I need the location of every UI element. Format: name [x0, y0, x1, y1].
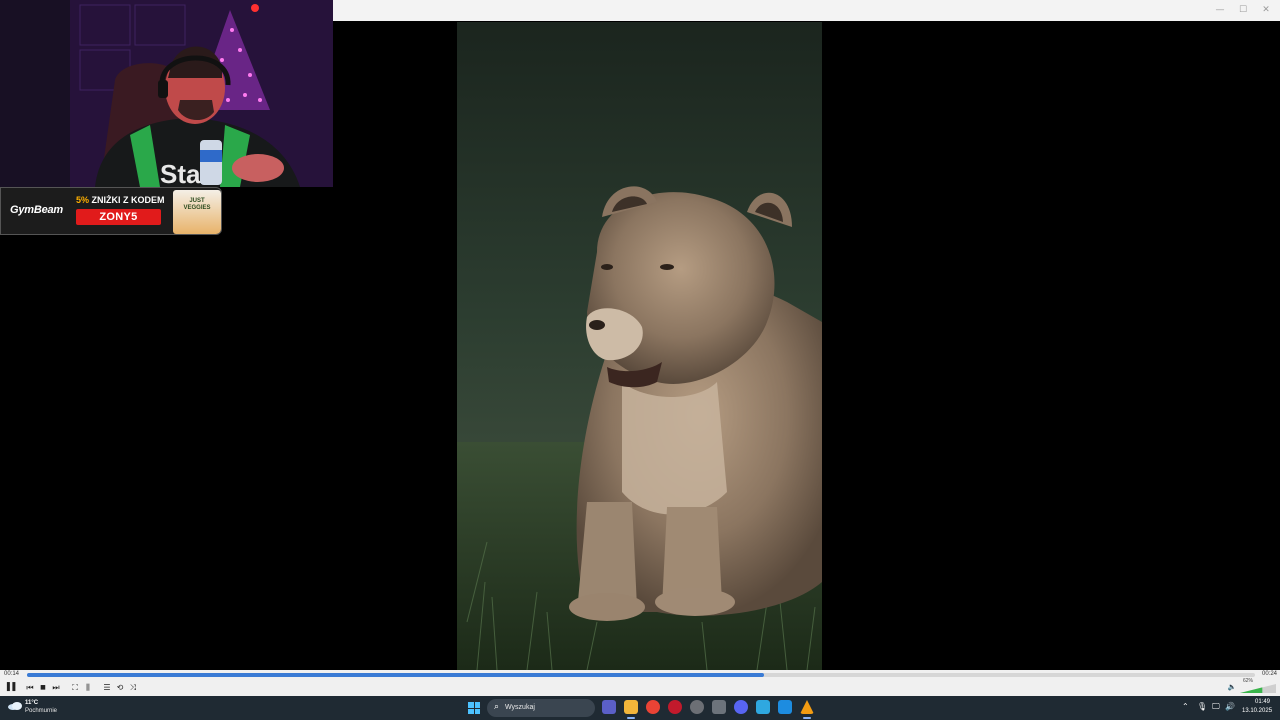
seek-bar[interactable] [27, 673, 1255, 677]
active-app-indicator [803, 717, 811, 719]
opera-icon[interactable] [668, 700, 682, 714]
promo-text: 5% ZNIŻKI Z KODEM [76, 195, 165, 205]
promo-percent: 5% [76, 195, 90, 205]
mail-icon[interactable] [712, 700, 726, 714]
sponsor-banner: GymBeam 5% ZNIŻKI Z KODEM ZONY5 JUST VEG… [0, 187, 222, 235]
pack-label: JUST VEGGIES [183, 198, 211, 211]
previous-icon[interactable]: ⏮ [24, 682, 36, 693]
search-placeholder: Wyszukaj [505, 704, 535, 711]
chrome-icon[interactable] [646, 700, 660, 714]
product-pack-image: JUST VEGGIES [173, 190, 221, 234]
extended-settings-icon[interactable]: ⫼ [82, 682, 94, 693]
seek-progress [27, 673, 764, 677]
window-title-bar[interactable]: — ☐ ✕ [333, 0, 1280, 21]
browser-icon[interactable] [690, 700, 704, 714]
volume-level [1240, 687, 1263, 693]
fullscreen-icon[interactable]: ⛶ [69, 682, 81, 693]
stop-icon[interactable]: ■ [37, 682, 49, 693]
playlist-icon[interactable]: ☰ [101, 682, 113, 693]
shuffle-icon[interactable]: ⤨ [127, 682, 139, 693]
speaker-icon[interactable]: 🔈 [1226, 682, 1238, 693]
file-explorer-icon[interactable] [624, 700, 638, 714]
tray-chevron-icon[interactable]: ⌃ [1182, 702, 1189, 711]
video-frame[interactable] [457, 22, 822, 670]
cloud-icon[interactable] [8, 701, 22, 710]
total-duration: 00:24 [1262, 671, 1278, 677]
volume-icon[interactable]: 🔊 [1225, 702, 1235, 711]
next-icon[interactable]: ⏭ [50, 682, 62, 693]
pause-icon[interactable]: ❚❚ [4, 682, 17, 693]
streamer-webcam: Sta [0, 0, 333, 187]
minimize-icon[interactable]: — [1209, 0, 1231, 21]
promo-label: ZNIŻKI Z KODEM [89, 195, 165, 205]
vlc-icon[interactable] [800, 700, 814, 714]
elapsed-time: 00:14 [4, 671, 20, 677]
weather-temperature[interactable]: 11°C [25, 700, 38, 706]
maximize-icon[interactable]: ☐ [1232, 0, 1254, 21]
volume-slider[interactable] [1240, 684, 1276, 693]
weather-description[interactable]: Pochmurnie [25, 708, 57, 714]
network-icon[interactable]: 🖵 [1212, 702, 1220, 712]
active-app-indicator [627, 717, 635, 719]
clock-time[interactable]: 01:49 [1255, 699, 1270, 705]
taskbar: 11°C Pochmurnie ⌕ Wyszukaj ⌃ 🎙 🖵 🔊 01:49… [0, 696, 1280, 720]
loop-icon[interactable]: ⟲ [114, 682, 126, 693]
taskbar-search[interactable]: ⌕ Wyszukaj [487, 699, 595, 717]
promo-code: ZONY5 [76, 209, 161, 225]
windows-start-icon[interactable] [468, 702, 480, 714]
teams-icon[interactable] [602, 700, 616, 714]
discord-icon[interactable] [734, 700, 748, 714]
sponsor-brand: GymBeam [10, 204, 64, 216]
lioness-image [457, 22, 822, 670]
livechat-icon[interactable] [778, 700, 792, 714]
screen: — ☐ ✕ Sta GymBeam 5% ZNIŻKI Z KODEM ZONY… [0, 0, 1280, 720]
search-icon: ⌕ [494, 702, 500, 712]
webcam-overlay: Sta [0, 0, 333, 187]
player-controls: 00:14 00:24 ❚❚ ⏮ ■ ⏭ ⛶ ⫼ ☰ ⟲ ⤨ 🔈 62% [0, 670, 1280, 696]
microphone-icon[interactable]: 🎙 [1197, 702, 1207, 711]
close-icon[interactable]: ✕ [1255, 0, 1277, 21]
notepad-icon[interactable] [756, 700, 770, 714]
clock-date[interactable]: 13.10.2025 [1242, 708, 1272, 714]
jersey-text: Sta [160, 159, 201, 187]
